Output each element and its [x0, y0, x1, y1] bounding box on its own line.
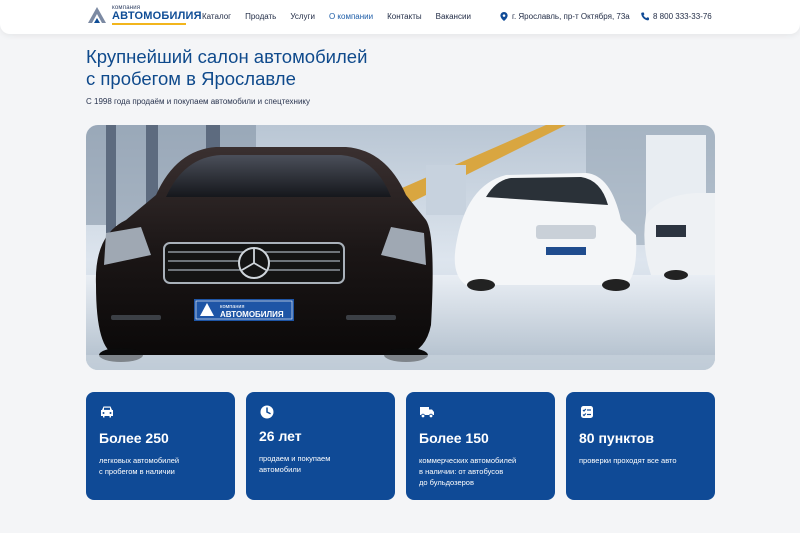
stat-card-cars: Более 250 легковых автомобилей с пробего…	[86, 392, 235, 500]
truck-icon	[420, 407, 434, 419]
stat-card-checks: 80 пунктов проверки проходят все авто	[566, 392, 715, 500]
nav-vacancies[interactable]: Вакансии	[436, 12, 471, 21]
title-line-2: с пробегом в Ярославле	[86, 68, 296, 89]
site-header: компания АВТОМОБИЛИЯ Каталог Продать Усл…	[0, 0, 800, 34]
page-subtitle: С 1998 года продаём и покупаем автомобил…	[86, 97, 311, 106]
checklist-icon	[581, 406, 593, 418]
stat-desc-years: продаем и покупаем автомобили	[259, 454, 331, 474]
nav-contacts[interactable]: Контакты	[387, 12, 422, 21]
location-pin-icon	[500, 12, 508, 21]
nav-about[interactable]: О компании	[329, 12, 373, 21]
address-link[interactable]: г. Ярославль, пр-т Октября, 73а	[500, 12, 630, 21]
stat-value-cars: Более 250	[99, 430, 169, 446]
stat-desc-cars: легковых автомобилей с пробегом в наличи…	[99, 456, 180, 476]
nav-catalog[interactable]: Каталог	[202, 12, 231, 21]
logo-big-text: АВТОМОБИЛИЯ	[112, 10, 202, 22]
address-text: г. Ярославль, пр-т Октября, 73а	[512, 12, 630, 21]
white-car	[454, 173, 637, 291]
title-line-1: Крупнейший салон автомобилей	[86, 46, 368, 67]
stat-card-years: 26 лет продаем и покупаем автомобили	[246, 392, 395, 500]
car-icon	[101, 406, 113, 418]
stat-desc-checks: проверки проходят все авто	[579, 456, 677, 465]
page-title: Крупнейший салон автомобилей с пробегом …	[86, 46, 416, 90]
clock-icon	[260, 405, 274, 419]
phone-icon	[641, 12, 649, 21]
logo-icon	[88, 7, 106, 23]
main-nav: Каталог Продать Услуги О компании Контак…	[202, 12, 471, 21]
plate-big-text: АВТОМОБИЛИЯ	[220, 310, 284, 319]
nav-services[interactable]: Услуги	[290, 12, 315, 21]
showroom-photo: компания АВТОМОБИЛИЯ	[86, 125, 715, 370]
stat-value-checks: 80 пунктов	[579, 430, 654, 446]
company-logo[interactable]: компания АВТОМОБИЛИЯ	[86, 5, 202, 25]
stat-value-years: 26 лет	[259, 428, 302, 444]
stat-desc-commercial: коммерческих автомобилей в наличии: от а…	[419, 456, 517, 487]
stat-card-commercial: Более 150 коммерческих автомобилей в нал…	[406, 392, 555, 500]
phone-link[interactable]: 8 800 333-33-76	[641, 12, 712, 21]
stat-value-commercial: Более 150	[419, 430, 489, 446]
showroom-illustration: компания АВТОМОБИЛИЯ	[86, 125, 715, 370]
white-suv	[644, 193, 715, 280]
phone-text: 8 800 333-33-76	[653, 12, 712, 21]
nav-sell[interactable]: Продать	[245, 12, 276, 21]
stats-section: Более 250 легковых автомобилей с пробего…	[86, 392, 715, 500]
logo-underline	[112, 23, 186, 25]
